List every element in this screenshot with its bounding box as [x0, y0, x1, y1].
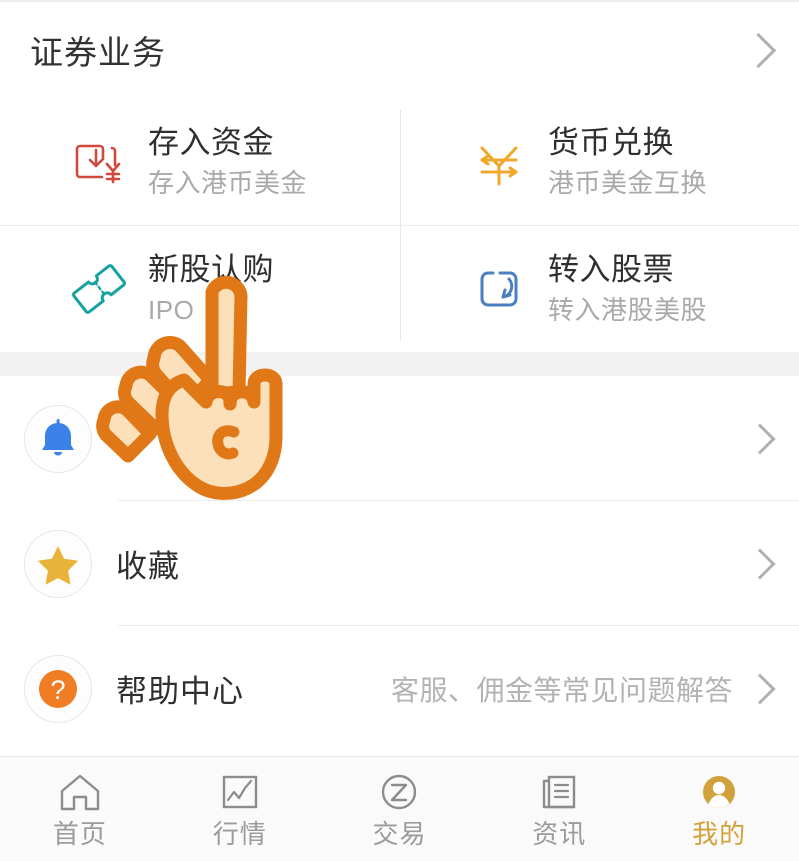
service-title: 存入资金: [148, 124, 274, 160]
list-item-subtitle: 客服、佣金等常见问题解答: [390, 674, 733, 706]
bell-icon: [24, 404, 92, 473]
service-item-ipo[interactable]: 新股认购 IPO: [0, 225, 399, 352]
person-avatar-icon: [703, 776, 736, 808]
news-icon: [543, 775, 576, 809]
service-item-text: 存入资金 存入港币美金: [148, 123, 307, 201]
list-item-label: 帮助中心: [116, 674, 244, 709]
tab-label: 资讯: [532, 819, 587, 849]
deposit-funds-icon: [62, 126, 136, 198]
tab-news[interactable]: 资讯: [479, 757, 639, 861]
bottom-tab-bar: 首页 行情 交易 资讯 我的: [0, 756, 799, 861]
star-icon: [24, 529, 92, 598]
app-screen: 证券业务 存入资金 存入港币美金 货币兑换 港币美金互换 新股认购 IPO 转入…: [0, 0, 799, 861]
trade-circle-z-icon: [382, 774, 417, 810]
chevron-right-icon: [744, 422, 776, 455]
notification-badge-dot: [260, 432, 277, 449]
chevron-right-icon: [740, 32, 777, 68]
tab-home[interactable]: 首页: [0, 757, 160, 861]
chart-icon: [222, 775, 257, 809]
service-grid: 存入资金 存入港币美金 货币兑换 港币美金互换 新股认购 IPO 转入股票 转入…: [0, 98, 799, 352]
service-item-text: 货币兑换 港币美金互换: [548, 123, 707, 201]
tab-label: 交易: [372, 819, 427, 849]
tab-mine[interactable]: 我的: [639, 757, 799, 861]
service-item-text: 新股认购 IPO: [148, 250, 274, 328]
service-title: 新股认购: [148, 251, 274, 287]
service-subtitle: IPO: [148, 294, 195, 325]
tab-trade[interactable]: 交易: [320, 757, 480, 861]
service-title: 货币兑换: [548, 124, 674, 160]
list-item-label: 收藏: [116, 549, 180, 584]
list-item-help-center[interactable]: ? 帮助中心 客服、佣金等常见问题解答: [0, 626, 799, 751]
service-title: 转入股票: [548, 251, 674, 287]
section-title: 证券业务: [30, 34, 166, 71]
tab-label: 首页: [52, 819, 107, 849]
chevron-right-icon: [744, 672, 776, 705]
svg-text:?: ?: [50, 675, 65, 705]
transfer-in-stock-icon: [462, 253, 536, 325]
chevron-right-icon: [744, 547, 776, 580]
list-item-favorites[interactable]: 收藏: [0, 501, 799, 626]
question-mark-icon: ?: [24, 654, 92, 723]
section-spacer: [0, 352, 799, 376]
service-subtitle: 港币美金互换: [548, 167, 708, 198]
home-icon: [60, 774, 100, 811]
service-subtitle: 存入港币美金: [148, 167, 308, 198]
service-item-currency-exchange[interactable]: 货币兑换 港币美金互换: [400, 98, 799, 225]
service-item-text: 转入股票 转入港股美股: [548, 250, 707, 328]
tab-label: 行情: [212, 819, 267, 849]
service-item-transfer-in-stock[interactable]: 转入股票 转入港股美股: [400, 225, 799, 352]
tab-label: 我的: [692, 819, 747, 849]
list-item-notifications[interactable]: [0, 376, 799, 501]
tab-quotes[interactable]: 行情: [160, 757, 320, 861]
service-subtitle: 转入港股美股: [548, 294, 708, 325]
ipo-ticket-icon: [62, 253, 136, 325]
securities-section-header[interactable]: 证券业务: [0, 2, 799, 98]
settings-list: 收藏 ? 帮助中心 客服、佣金等常见问题解答: [0, 376, 799, 751]
service-item-deposit-funds[interactable]: 存入资金 存入港币美金: [0, 98, 399, 225]
currency-exchange-icon: [462, 126, 536, 198]
